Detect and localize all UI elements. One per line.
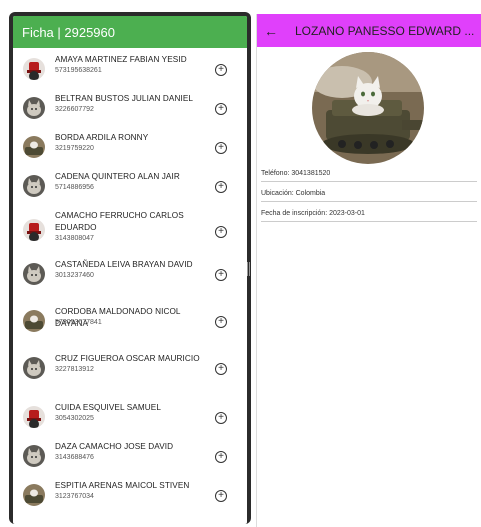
add-circle-icon[interactable]: + [215,412,227,424]
hat-avatar [23,58,45,80]
tank-cat-avatar [23,136,45,158]
student-name: CASTAÑEDA LEIVA BRAYAN DAVID [55,260,193,269]
student-name: CADENA QUINTERO ALAN JAIR [55,172,180,181]
student-name: CUIDA ESQUIVEL SAMUEL [55,403,161,412]
add-circle-icon[interactable]: + [215,103,227,115]
student-name: CORDOBA MALDONADO NICOL DAYANA [55,307,181,328]
cat-in-tank-image [312,52,424,164]
student-list: AMAYA MARTINEZ FABIAN YESID 573195638261 +… [13,48,247,524]
tank-cat-avatar [23,310,45,332]
student-detail-screen: ← LOZANO PANESSO EDWARD ... Teléfono: 30… [256,14,481,527]
add-circle-icon[interactable]: + [215,181,227,193]
app-bar-title: Ficha | 2925960 [22,24,115,40]
cat-avatar [23,263,45,285]
back-arrow-icon[interactable]: ← [257,23,285,39]
profile-photo [312,52,424,164]
add-circle-icon[interactable]: + [215,226,227,238]
left-phone-frame: Ficha | 2925960 AMAYA MARTINEZ FABIAN YE… [9,12,251,524]
student-phone: 3226607792 [55,106,94,113]
detail-title: LOZANO PANESSO EDWARD ... [295,23,475,38]
student-name: CRUZ FIGUEROA OSCAR MAURICIO [55,354,200,363]
student-phone: 3013237460 [55,272,94,279]
split-resize-handle[interactable] [247,262,250,276]
student-name: CAMACHO FERRUCHO CARLOS EDUARDO [55,211,184,232]
student-list-screen: Ficha | 2925960 AMAYA MARTINEZ FABIAN YE… [13,16,247,524]
student-name: BELTRAN BUSTOS JULIAN DANIEL [55,94,194,103]
app-bar: Ficha | 2925960 [13,16,247,48]
add-circle-icon[interactable]: + [215,316,227,328]
student-name: ESPITIA ARENAS MAICOL STIVEN [55,481,190,490]
phone-info: Teléfono: 3041381520 [261,170,477,182]
hat-avatar [23,406,45,428]
student-name: DAZA CAMACHO JOSE DAVID [55,442,174,451]
detail-app-bar: ← LOZANO PANESSO EDWARD ... [257,14,481,47]
student-phone: 3123767034 [55,493,94,500]
cat-avatar [23,97,45,119]
student-phone: 3143808047 [55,235,94,242]
student-phone: 3219759220 [55,145,94,152]
location-info: Ubicación: Colombia [261,190,477,202]
add-circle-icon[interactable]: + [215,142,227,154]
add-circle-icon[interactable]: + [215,490,227,502]
student-phone: 3143688476 [55,454,94,461]
student-phone: 573195638261 [55,67,102,74]
add-circle-icon[interactable]: + [215,64,227,76]
cat-avatar [23,175,45,197]
student-phone: 5714886956 [55,184,94,191]
cat-avatar [23,357,45,379]
tank-cat-avatar [23,484,45,506]
add-circle-icon[interactable]: + [215,363,227,375]
student-phone: 573053677841 [55,319,102,326]
enrollment-date-info: Fecha de inscripción: 2023-03-01 [261,210,477,222]
screen: Ficha | 2925960 AMAYA MARTINEZ FABIAN YE… [0,0,481,527]
hat-avatar [23,219,45,241]
add-circle-icon[interactable]: + [215,451,227,463]
student-name: AMAYA MARTINEZ FABIAN YESID [55,55,187,64]
add-circle-icon[interactable]: + [215,269,227,281]
student-phone: 3227813912 [55,366,94,373]
student-name: BORDA ARDILA RONNY [55,133,149,142]
cat-avatar [23,445,45,467]
student-phone: 3054302025 [55,415,94,422]
